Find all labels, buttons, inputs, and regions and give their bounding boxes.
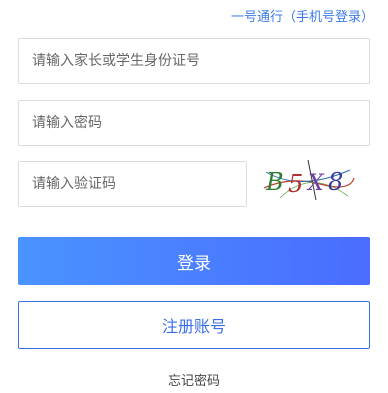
- captcha-char-2: 5: [288, 170, 303, 198]
- login-button[interactable]: 登录: [18, 237, 370, 285]
- captcha-char-1: B: [265, 168, 284, 196]
- captcha-char-4: 8: [328, 168, 343, 196]
- captcha-input[interactable]: [18, 161, 247, 207]
- forgot-password-link[interactable]: 忘记密码: [0, 370, 388, 389]
- phone-login-link[interactable]: 一号通行（手机号登录）: [231, 6, 374, 25]
- password-input[interactable]: [18, 100, 370, 146]
- register-button[interactable]: 注册账号: [18, 301, 370, 349]
- captcha-char-3: X: [306, 171, 325, 196]
- id-number-input[interactable]: [18, 38, 370, 84]
- captcha-image[interactable]: B 5 X 8: [260, 158, 356, 202]
